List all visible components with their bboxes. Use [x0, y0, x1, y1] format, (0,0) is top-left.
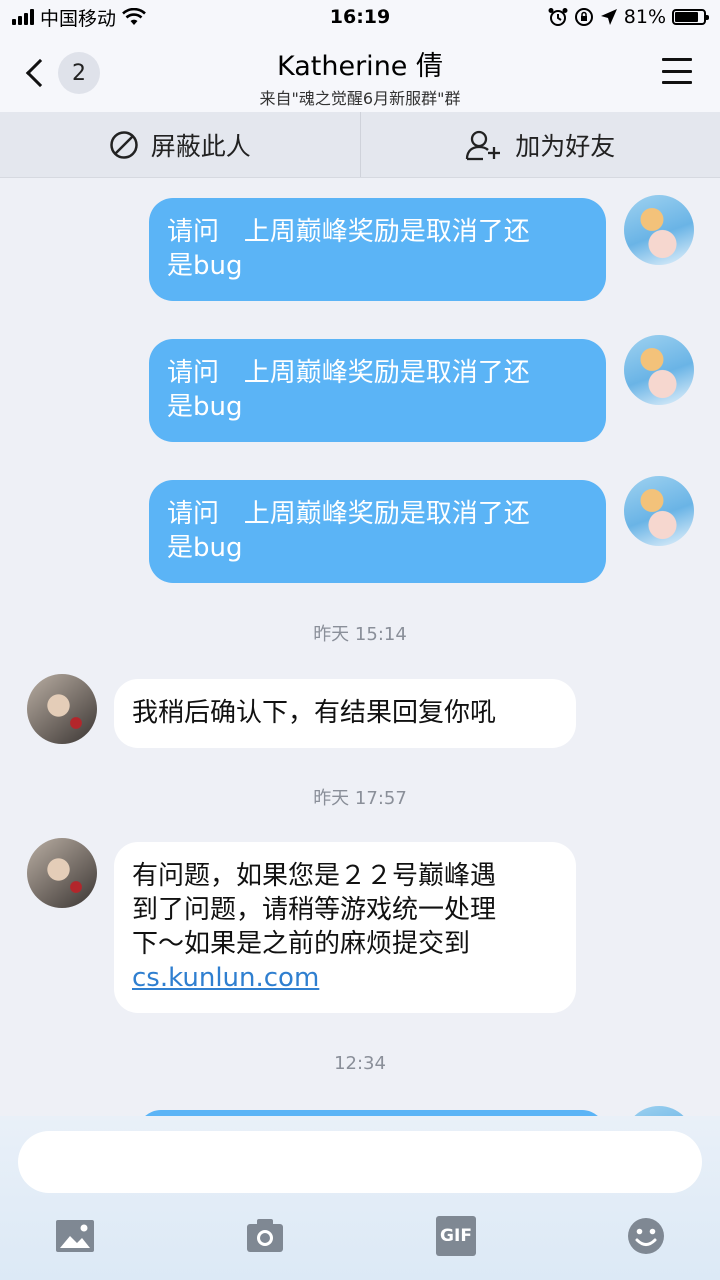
support-link[interactable]: cs.kunlun.com	[132, 961, 554, 995]
status-left: 中国移动	[12, 4, 146, 31]
my-avatar[interactable]	[624, 1106, 694, 1116]
chevron-left-icon	[25, 58, 55, 88]
add-friend-label: 加为好友	[515, 131, 616, 161]
message-text: 到了问题，请稍等游戏统一处理	[132, 895, 497, 925]
timestamp: 昨天 15:14	[313, 624, 407, 645]
chat-header: 2 Katherine 倩 来自"魂之觉醒6月新服群"群	[0, 34, 720, 112]
message-text: 请问 上周巅峰奖励是取消了还	[167, 217, 530, 247]
unread-count-badge: 2	[58, 52, 100, 94]
contact-avatar[interactable]	[27, 838, 97, 908]
add-friend-button[interactable]: 加为好友	[359, 112, 720, 177]
incoming-message[interactable]: 我稍后确认下，有结果回复你吼	[114, 679, 576, 748]
message-input[interactable]	[18, 1131, 702, 1193]
outgoing-message[interactable]: 请问 上周巅峰奖励是取消了还 是bug	[149, 198, 606, 301]
my-avatar[interactable]	[624, 335, 694, 405]
battery-percent: 81%	[623, 6, 666, 28]
chat-subtitle: 来自"魂之觉醒6月新服群"群	[259, 89, 461, 108]
carrier-label: 中国移动	[40, 7, 117, 30]
block-icon	[109, 130, 138, 159]
image-icon[interactable]	[55, 1216, 95, 1256]
block-user-label: 屏蔽此人	[150, 131, 251, 161]
menu-button[interactable]	[662, 58, 692, 84]
location-icon	[600, 9, 617, 25]
gif-icon[interactable]: GIF	[436, 1216, 476, 1256]
back-button[interactable]: 2	[22, 52, 100, 94]
camera-icon[interactable]	[245, 1216, 285, 1256]
rotation-lock-icon	[574, 8, 593, 26]
alarm-icon	[548, 8, 568, 26]
my-avatar[interactable]	[624, 195, 694, 265]
signal-icon	[12, 9, 34, 25]
outgoing-message[interactable]: 请问 上周巅峰奖励是取消了还 是bug	[149, 339, 606, 442]
outgoing-message[interactable]: 请问 上周巅峰奖励是取消了还 是bug	[149, 480, 606, 583]
contact-avatar[interactable]	[27, 674, 97, 744]
message-text: 请问 上周巅峰奖励是取消了还	[167, 499, 530, 529]
battery-icon	[672, 9, 709, 25]
message-text: 下～如果是之前的麻烦提交到	[132, 929, 471, 959]
status-bar: 中国移动 16:19 81%	[0, 0, 720, 34]
message-text: 是bug	[167, 533, 243, 563]
menu-icon-bar	[662, 69, 692, 73]
title-block: Katherine 倩 来自"魂之觉醒6月新服群"群	[150, 44, 570, 109]
chat-title: Katherine 倩	[277, 51, 443, 82]
emoji-icon[interactable]	[626, 1216, 666, 1256]
timestamp: 12:34	[334, 1053, 386, 1074]
menu-icon-bar	[662, 81, 692, 84]
incoming-message[interactable]: 有问题，如果您是２２号巅峰遇 到了问题，请稍等游戏统一处理 下～如果是之前的麻烦…	[114, 842, 576, 1013]
input-panel: GIF	[0, 1116, 720, 1280]
gif-label: GIF	[440, 1226, 472, 1246]
message-list[interactable]: 请问 上周巅峰奖励是取消了还 是bug 请问 上周巅峰奖励是取消了还 是bug …	[0, 178, 720, 1116]
menu-icon-bar	[662, 58, 692, 61]
message-text: 是bug	[167, 251, 243, 281]
message-text: 请问 上周巅峰奖励是取消了还	[167, 358, 530, 388]
block-user-button[interactable]: 屏蔽此人	[0, 112, 360, 177]
wifi-icon	[122, 8, 146, 25]
add-user-icon	[466, 130, 501, 160]
action-bar: 屏蔽此人 加为好友	[0, 112, 720, 178]
message-text: 我稍后确认下，有结果回复你吼	[132, 698, 497, 728]
status-right: 81%	[548, 6, 709, 28]
message-text: 是bug	[167, 392, 243, 422]
timestamp: 昨天 17:57	[313, 788, 407, 809]
message-text: 有问题，如果您是２２号巅峰遇	[132, 861, 497, 891]
my-avatar[interactable]	[624, 476, 694, 546]
